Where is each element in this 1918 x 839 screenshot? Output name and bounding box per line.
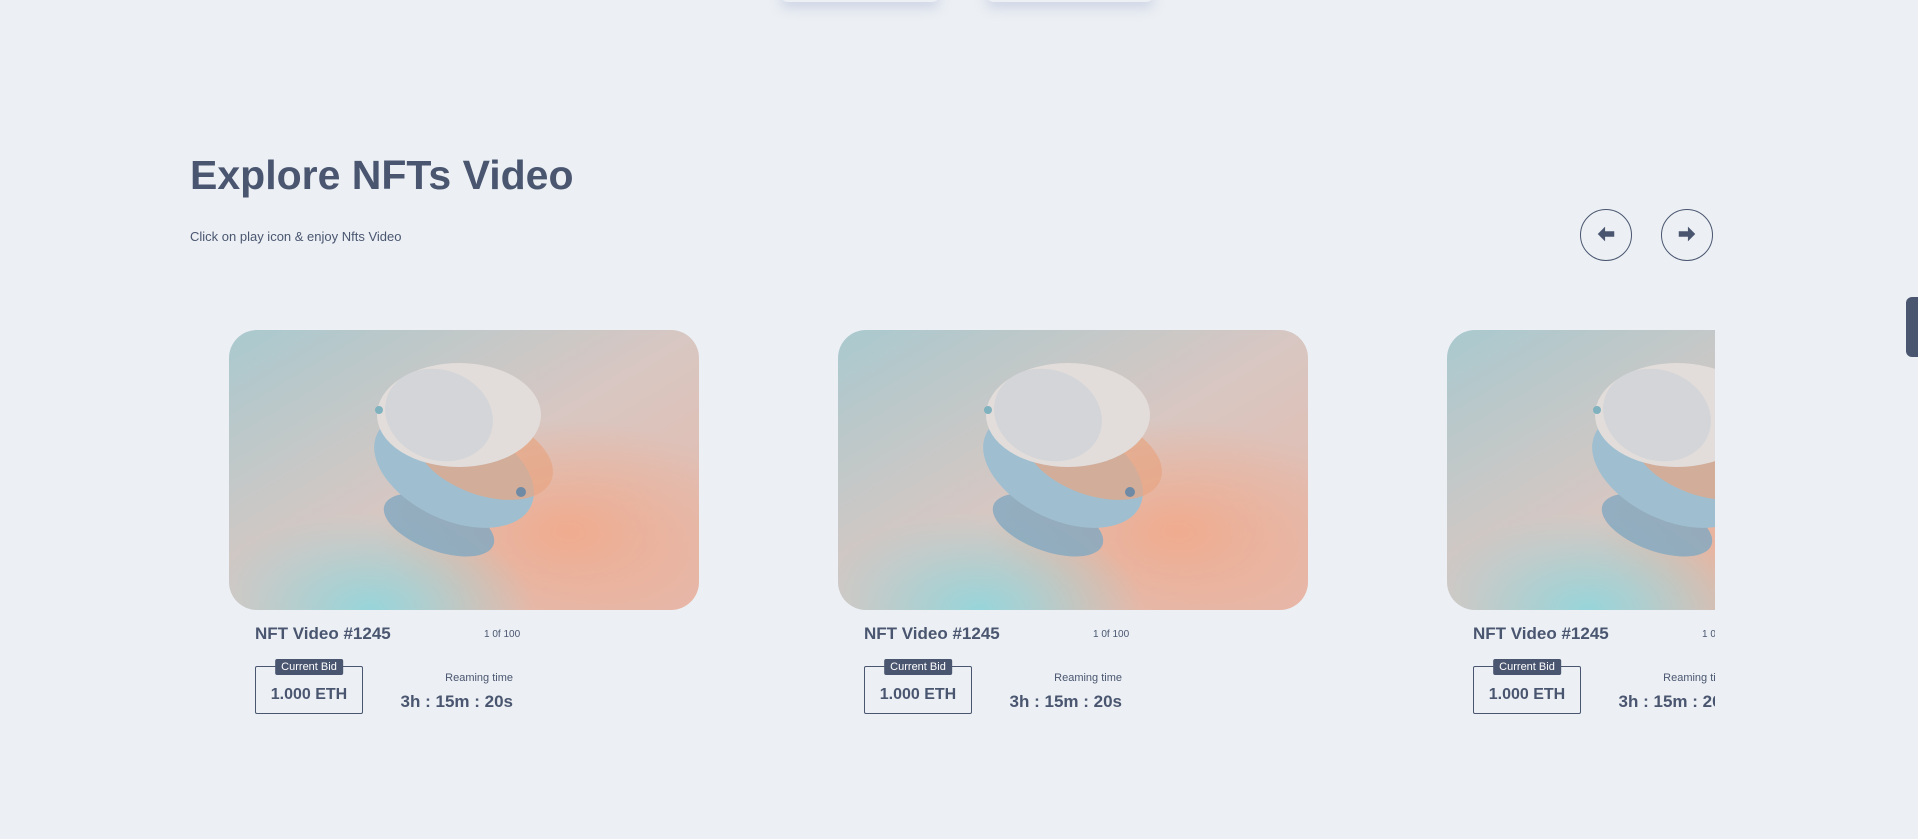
nft-card: NFT Video #1245 1 0f 100 Current Bid 1.0…: [1447, 330, 1715, 730]
current-bid-box: Current Bid 1.000 ETH: [864, 659, 972, 714]
remaining-time-value: 3h : 15m : 20s: [1009, 692, 1122, 711]
nft-card-edition: 1 0f 100: [1093, 629, 1130, 640]
remaining-time-value: 3h : 15m : 20s: [400, 692, 513, 711]
remaining-time-label: Reaming time: [445, 672, 513, 684]
scrollbar-thumb[interactable]: [1906, 297, 1918, 357]
top-nav-pill-right[interactable]: [986, 0, 1154, 2]
nft-video-thumbnail[interactable]: [1447, 330, 1715, 610]
arrow-right-icon: [1676, 223, 1698, 248]
carousel-next-button[interactable]: [1661, 209, 1713, 261]
top-nav-pill-left[interactable]: [780, 0, 940, 2]
nft-video-thumbnail[interactable]: [838, 330, 1308, 610]
nft-video-carousel: NFT Video #1245 1 0f 100 Current Bid 1.0…: [190, 320, 1715, 740]
current-bid-label: Current Bid: [275, 659, 343, 675]
current-bid-value: 1.000 ETH: [1488, 686, 1566, 703]
remaining-time-value: 3h : 15m : 20s: [1618, 692, 1715, 711]
nft-card-edition: 1 0f 100: [484, 629, 521, 640]
remaining-time-label: Reaming time: [1054, 672, 1122, 684]
section-title: Explore NFTs Video: [190, 152, 574, 198]
nft-card-title: NFT Video #1245: [1473, 624, 1609, 643]
nft-card-title: NFT Video #1245: [864, 624, 1000, 643]
section-subtitle: Click on play icon & enjoy Nfts Video: [190, 229, 402, 244]
current-bid-box: Current Bid 1.000 ETH: [255, 659, 363, 714]
nft-card-edition: 1 0f 100: [1702, 629, 1715, 640]
current-bid-label: Current Bid: [1493, 659, 1561, 675]
current-bid-box: Current Bid 1.000 ETH: [1473, 659, 1581, 714]
current-bid-value: 1.000 ETH: [879, 686, 957, 703]
remaining-time-label: Reaming time: [1663, 672, 1715, 684]
carousel-prev-button[interactable]: [1580, 209, 1632, 261]
current-bid-value: 1.000 ETH: [270, 686, 348, 703]
current-bid-label: Current Bid: [884, 659, 952, 675]
nft-video-thumbnail[interactable]: [229, 330, 699, 610]
nft-card: NFT Video #1245 1 0f 100 Current Bid 1.0…: [229, 330, 699, 730]
arrow-left-icon: [1595, 223, 1617, 248]
nft-card-title: NFT Video #1245: [255, 624, 391, 643]
nft-card: NFT Video #1245 1 0f 100 Current Bid 1.0…: [838, 330, 1308, 730]
